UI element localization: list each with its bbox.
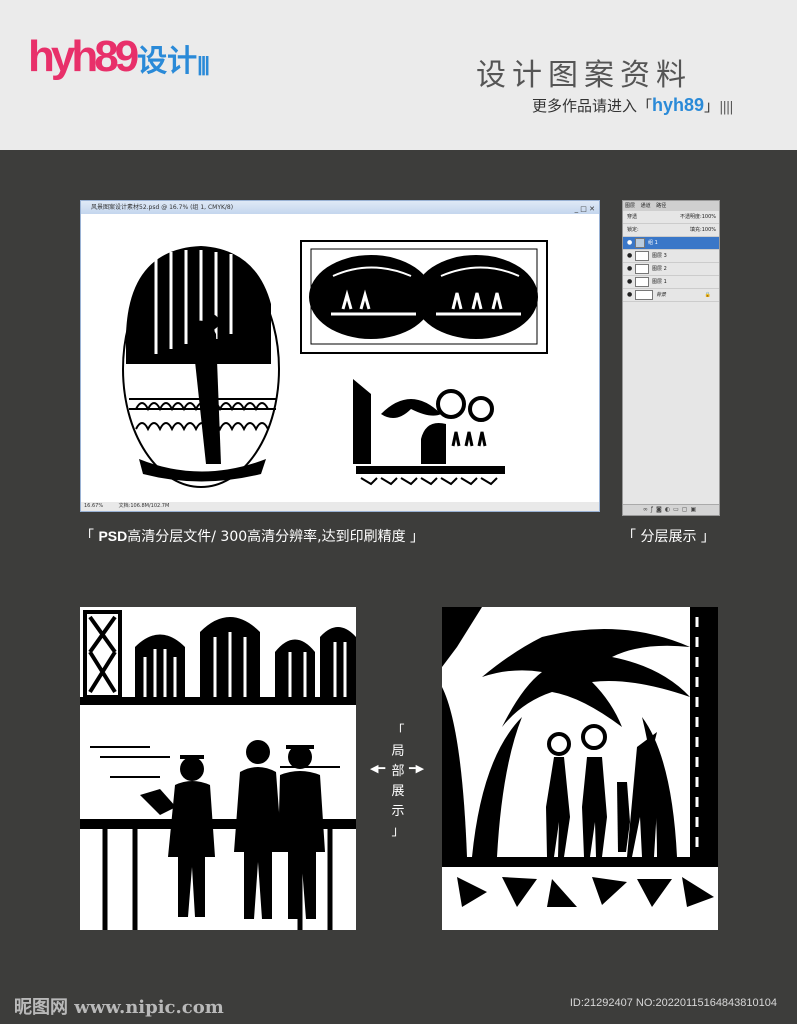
layer-thumb — [635, 263, 649, 274]
tab-paths[interactable]: 路径 — [656, 203, 666, 209]
eye-icon[interactable]: ● — [627, 289, 632, 301]
adjust-icon[interactable]: ◐ — [665, 506, 673, 513]
page-subtitle: 更多作品请进入「hyh89」|||| — [532, 95, 734, 116]
layer-name: 背景 — [656, 292, 667, 298]
lock-fill-row: 锁定: 填充:100% — [623, 224, 719, 237]
caption-psd: 「 PSD高清分层文件/ 300高清分辨率,达到印刷精度 」 — [80, 526, 424, 546]
caption-psd-open: 「 — [80, 529, 99, 545]
layer-thumb — [635, 289, 653, 300]
detail-label-char: 展 — [391, 784, 405, 799]
logo-main: hyh89 — [28, 32, 139, 81]
papercut-artwork — [122, 240, 548, 489]
bottom-papercut — [353, 379, 505, 489]
eye-icon[interactable]: ● — [627, 263, 632, 275]
logo-dots: ||| — [197, 54, 210, 76]
link-icon[interactable]: ∞ — [643, 506, 651, 513]
blend-opacity-row: 穿透 不透明度:100% — [623, 211, 719, 224]
image-id: ID:21292407 NO:20220115164843810104 — [569, 997, 777, 1009]
layer-row[interactable]: ● 组 1 — [623, 237, 719, 250]
detail-label: 「 局 部 展 示 」 — [390, 722, 406, 842]
tab-layers[interactable]: 图层 — [625, 203, 635, 209]
oval-papercut — [122, 246, 280, 488]
layer-row[interactable]: ● 图层 1 — [623, 276, 719, 289]
detail-label-char: 示 — [391, 804, 405, 819]
layers-panel: 图层 通道 路径 穿透 不透明度:100% 锁定: 填充:100% ● 组 1 ●… — [622, 200, 720, 516]
page-title: 设计图案资料 — [476, 58, 692, 93]
caption-psd-rest: 高清分层文件/ 300高清分辨率,达到印刷精度 」 — [127, 529, 425, 545]
window-controls[interactable]: _ □ ✕ — [575, 203, 595, 216]
caption-layers: 「 分层展示 」 — [622, 529, 715, 545]
eye-icon[interactable]: ● — [627, 250, 632, 262]
watermark: 昵图网 www.nipic.com — [14, 997, 224, 1018]
subtitle-brand: hyh89 — [652, 95, 705, 115]
detail-label-close: 」 — [391, 824, 405, 839]
lock-icon: 🔒 — [704, 292, 711, 298]
detail-label-char: 局 — [391, 744, 405, 759]
layers-footer: ∞ƒ◙◐▭▢▣ — [623, 504, 719, 515]
trash-icon[interactable]: ▣ — [690, 506, 699, 513]
detail-label-open: 「 — [391, 724, 405, 739]
group-icon[interactable]: ▭ — [673, 506, 682, 513]
detail-right-artwork — [442, 607, 718, 930]
psd-document-window: 风景图案设计素材52.psd @ 16.7% (组 1, CMYK/8) _ □… — [80, 200, 600, 512]
layer-name: 图层 1 — [652, 279, 667, 285]
layer-thumb — [635, 250, 649, 261]
layer-row[interactable]: ● 背景 🔒 — [623, 289, 719, 302]
lock-label: 锁定: — [627, 227, 639, 233]
status-doc-size: 文档:106.8M/102.7M — [118, 503, 170, 509]
eye-icon[interactable]: ● — [627, 237, 632, 249]
psd-title: 风景图案设计素材52.psd @ 16.7% (组 1, CMYK/8) — [91, 204, 234, 211]
rect-papercut — [300, 240, 548, 354]
arrow-right-icon: ━▶ — [409, 762, 425, 775]
detail-left-artwork — [80, 607, 356, 930]
layer-name: 图层 3 — [652, 253, 667, 259]
arrow-left-icon: ◀━ — [370, 762, 386, 775]
layers-tabs: 图层 通道 路径 — [623, 201, 719, 211]
layer-row[interactable]: ● 图层 2 — [623, 263, 719, 276]
psd-title-bar: 风景图案设计素材52.psd @ 16.7% (组 1, CMYK/8) _ □… — [81, 201, 599, 214]
detail-image-left — [80, 607, 356, 930]
detail-image-right — [442, 607, 718, 930]
eye-icon[interactable]: ● — [627, 276, 632, 288]
mask-icon[interactable]: ◙ — [656, 506, 665, 513]
opacity-input[interactable]: 100% — [702, 214, 716, 220]
opacity-label: 不透明度: — [680, 214, 702, 220]
status-zoom: 16.67% — [84, 503, 104, 509]
brand-logo: hyh89设计||| — [28, 32, 210, 82]
layer-row[interactable]: ● 图层 3 — [623, 250, 719, 263]
tab-channels[interactable]: 通道 — [641, 203, 651, 209]
header: hyh89设计||| 设计图案资料 更多作品请进入「hyh89」|||| — [0, 0, 797, 150]
logo-suffix: 设计 — [137, 45, 198, 78]
layer-name: 组 1 — [648, 240, 658, 246]
fill-input[interactable]: 100% — [702, 227, 716, 233]
folder-icon — [635, 237, 645, 248]
subtitle-bars: |||| — [719, 100, 733, 115]
fill-label: 填充: — [690, 227, 702, 233]
blend-mode-select[interactable]: 穿透 — [627, 214, 637, 220]
subtitle-suffix: 」 — [704, 97, 720, 115]
subtitle-prefix: 更多作品请进入「 — [532, 97, 653, 115]
layer-name: 图层 2 — [652, 266, 667, 272]
psd-status-bar: 16.67% 文档:106.8M/102.7M — [81, 502, 599, 511]
detail-label-char: 部 — [391, 764, 405, 779]
layer-thumb — [635, 276, 649, 287]
caption-psd-bold: PSD — [98, 528, 128, 544]
